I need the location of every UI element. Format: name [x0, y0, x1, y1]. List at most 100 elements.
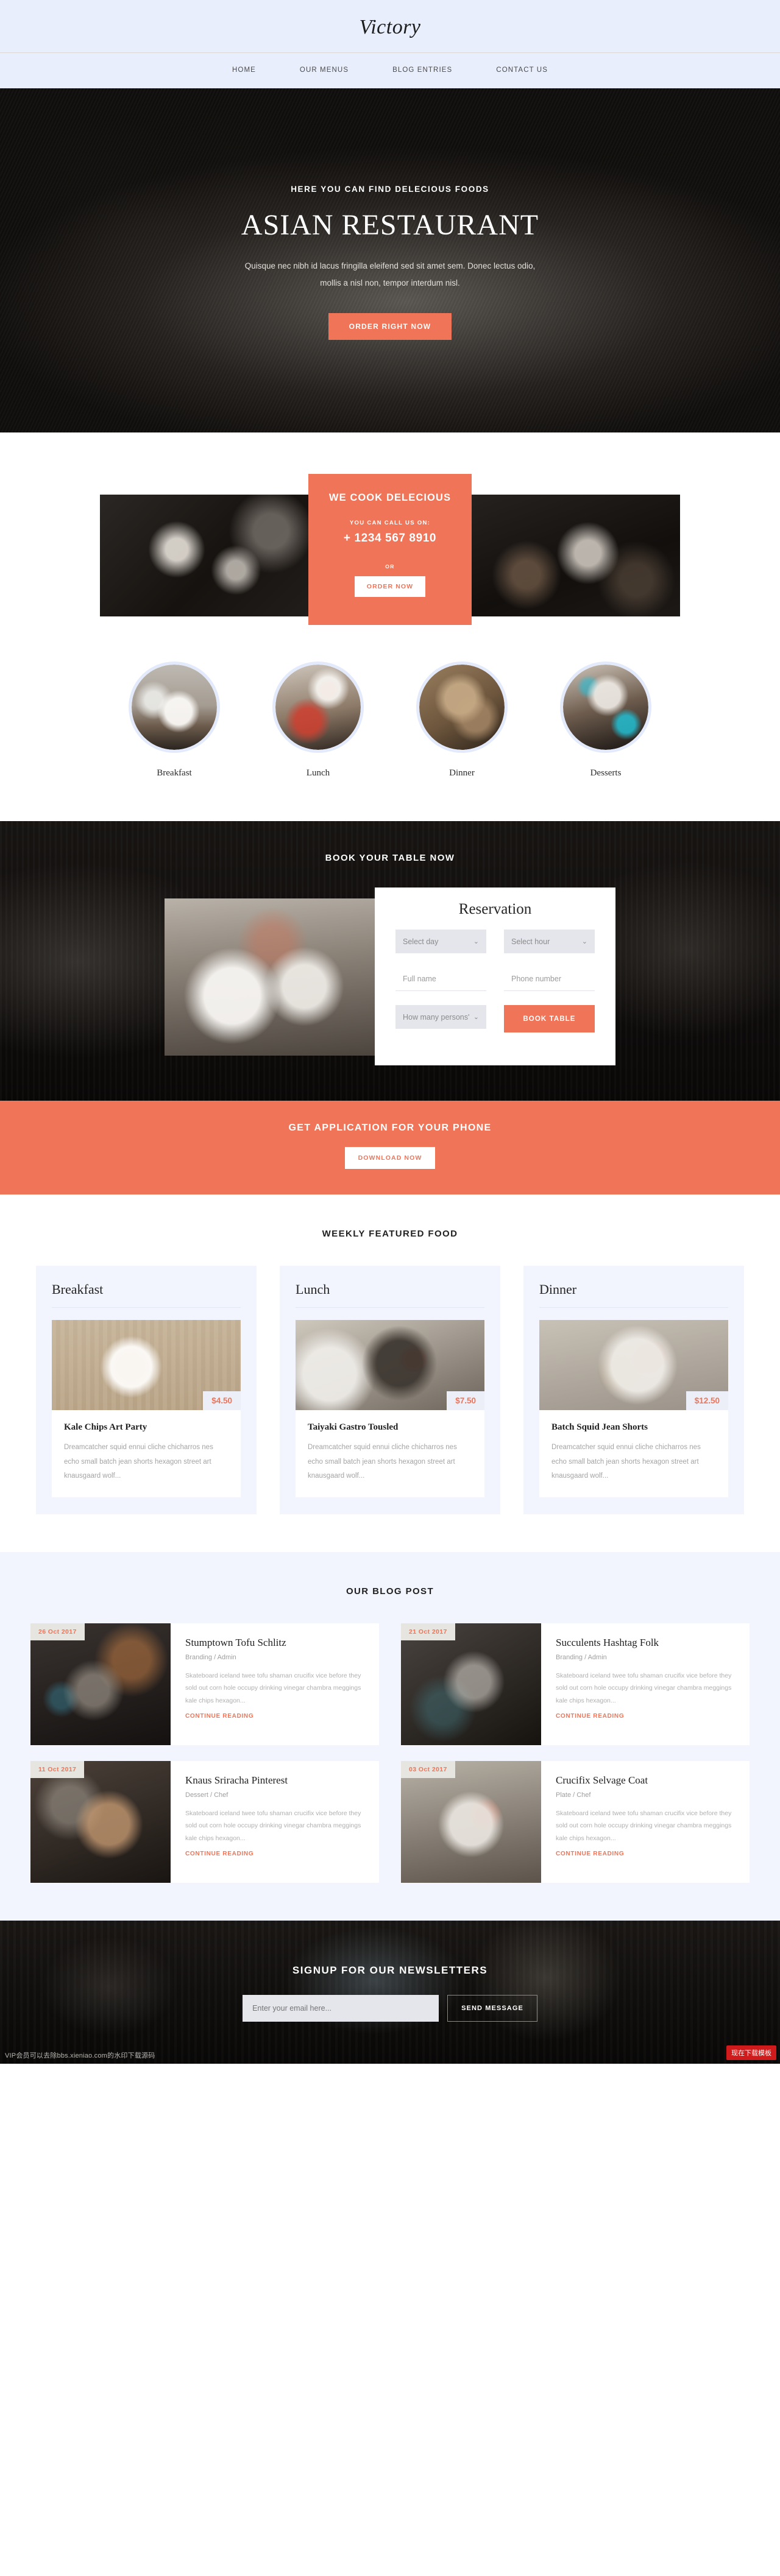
weekly-card-dinner[interactable]: Dinner $12.50 Batch Squid Jean Shorts Dr…: [523, 1266, 744, 1514]
nav-item-blog-entries[interactable]: BLOG ENTRIES: [370, 64, 474, 76]
weekly-card-body: Kale Chips Art Party Dreamcatcher squid …: [52, 1410, 241, 1497]
order-right-now-button[interactable]: ORDER RIGHT NOW: [328, 313, 452, 341]
blog-post-meta: Branding / Admin: [185, 1653, 236, 1661]
blog-post-excerpt: Skateboard iceland twee tofu shaman cruc…: [556, 1671, 732, 1704]
site-logo[interactable]: Victory: [0, 16, 780, 52]
newsletter-content: SIGNUP FOR OUR NEWSLETTERS SEND MESSAGE: [0, 1921, 780, 2022]
app-promo-title: GET APPLICATION FOR YOUR PHONE: [288, 1123, 492, 1133]
weekly-card-body: Batch Squid Jean Shorts Dreamcatcher squ…: [539, 1410, 728, 1497]
nav-item-home[interactable]: HOME: [210, 64, 278, 76]
newsletter-email-input[interactable]: [243, 1994, 439, 2022]
weekly-card-group: Lunch: [296, 1282, 484, 1308]
weekly-featured-title: WEEKLY FEATURED FOOD: [322, 1229, 458, 1239]
continue-reading-link[interactable]: CONTINUE READING: [185, 1851, 254, 1857]
category-list: Breakfast Lunch Dinner Desserts: [0, 625, 780, 821]
full-name-input[interactable]: Full name: [395, 967, 486, 991]
hero-subtitle: Quisque nec nibh id lacus fringilla elei…: [244, 261, 536, 288]
order-now-button[interactable]: ORDER NOW: [354, 576, 426, 597]
download-template-badge[interactable]: 现在下载模板: [726, 2045, 776, 2060]
category-image-dinner: [416, 662, 508, 753]
weekly-card-text: Dreamcatcher squid ennui cliche chicharr…: [551, 1444, 701, 1480]
blog-post-thumbnail: 21 Oct 2017: [401, 1623, 541, 1745]
persons-wrapper: How many persons' ⌄: [395, 1005, 486, 1032]
select-hour-wrapper: Select hour ⌄: [504, 930, 595, 953]
weekly-card-group: Dinner: [539, 1282, 728, 1308]
site-header: Victory HOME OUR MENUS BLOG ENTRIES CONT…: [0, 0, 780, 88]
booking-title: BOOK YOUR TABLE NOW: [325, 853, 455, 863]
chevron-down-icon: ⌄: [473, 1014, 479, 1021]
category-breakfast[interactable]: Breakfast: [126, 662, 223, 778]
cook-section: WE COOK DELECIOUS YOU CAN CALL US ON: + …: [0, 432, 780, 625]
blog-post-body: Knaus Sriracha Pinterest Dessert / Chef …: [171, 1761, 379, 1883]
weekly-card-photo: $7.50: [296, 1320, 484, 1410]
blog-post-body: Crucifix Selvage Coat Plate / Chef Skate…: [541, 1761, 750, 1883]
category-image-breakfast: [129, 662, 220, 753]
continue-reading-link[interactable]: CONTINUE READING: [556, 1851, 624, 1857]
weekly-featured-section: WEEKLY FEATURED FOOD Breakfast $4.50 Kal…: [0, 1194, 780, 1552]
category-label: Dinner: [449, 768, 475, 778]
select-day-value: Select day: [403, 937, 439, 946]
blog-post-date: 26 Oct 2017: [30, 1623, 85, 1640]
download-now-button[interactable]: DOWNLOAD NOW: [344, 1147, 436, 1169]
phone-number-input[interactable]: Phone number: [504, 967, 595, 991]
category-label: Breakfast: [157, 768, 192, 778]
blog-post-thumbnail: 11 Oct 2017: [30, 1760, 171, 1883]
chevron-down-icon: ⌄: [581, 938, 587, 945]
blog-section-title: OUR BLOG POST: [346, 1586, 434, 1597]
blog-post-title[interactable]: Knaus Sriracha Pinterest: [185, 1774, 366, 1787]
weekly-card-body: Taiyaki Gastro Tousled Dreamcatcher squi…: [296, 1410, 484, 1497]
category-lunch[interactable]: Lunch: [269, 662, 367, 778]
blog-post-body: Succulents Hashtag Folk Branding / Admin…: [541, 1623, 750, 1745]
blog-post-item[interactable]: 21 Oct 2017 Succulents Hashtag Folk Bran…: [401, 1623, 750, 1745]
how-many-persons-dropdown[interactable]: How many persons' ⌄: [395, 1005, 486, 1029]
weekly-featured-cards: Breakfast $4.50 Kale Chips Art Party Dre…: [0, 1266, 780, 1514]
price-badge: $12.50: [686, 1391, 728, 1410]
select-day-dropdown[interactable]: Select day ⌄: [395, 930, 486, 953]
blog-post-date: 11 Oct 2017: [30, 1760, 85, 1778]
persons-value: How many persons': [403, 1012, 470, 1022]
select-hour-dropdown[interactable]: Select hour ⌄: [504, 930, 595, 953]
weekly-card-photo: $12.50: [539, 1320, 728, 1410]
full-name-wrapper: Full name: [395, 967, 486, 991]
blog-post-meta: Dessert / Chef: [185, 1791, 229, 1799]
category-dinner[interactable]: Dinner: [413, 662, 511, 778]
hero-section: HERE YOU CAN FIND DELECIOUS FOODS ASIAN …: [0, 88, 780, 432]
blog-post-item[interactable]: 03 Oct 2017 Crucifix Selvage Coat Plate …: [401, 1760, 750, 1883]
price-badge: $4.50: [203, 1391, 241, 1410]
booking-photo: [165, 898, 390, 1056]
weekly-card-name: Kale Chips Art Party: [64, 1422, 147, 1432]
send-message-button[interactable]: SEND MESSAGE: [447, 1994, 537, 2022]
continue-reading-link[interactable]: CONTINUE READING: [556, 1713, 624, 1720]
weekly-card-group: Breakfast: [52, 1282, 241, 1308]
continue-reading-link[interactable]: CONTINUE READING: [185, 1713, 254, 1720]
blog-post-title[interactable]: Stumptown Tofu Schlitz: [185, 1637, 366, 1649]
blog-post-title[interactable]: Succulents Hashtag Folk: [556, 1637, 736, 1649]
cook-row: WE COOK DELECIOUS YOU CAN CALL US ON: + …: [100, 474, 680, 625]
weekly-card-lunch[interactable]: Lunch $7.50 Taiyaki Gastro Tousled Dream…: [280, 1266, 500, 1514]
blog-post-title[interactable]: Crucifix Selvage Coat: [556, 1774, 736, 1787]
weekly-card-name: Taiyaki Gastro Tousled: [308, 1422, 399, 1432]
reservation-form: Reservation Select day ⌄ Select hour ⌄ F…: [375, 887, 615, 1065]
blog-post-body: Stumptown Tofu Schlitz Branding / Admin …: [171, 1623, 379, 1745]
nav-item-our-menus[interactable]: OUR MENUS: [278, 64, 370, 76]
cook-phone-number[interactable]: + 1234 567 8910: [308, 532, 472, 545]
category-desserts[interactable]: Desserts: [557, 662, 654, 778]
weekly-card-breakfast[interactable]: Breakfast $4.50 Kale Chips Art Party Dre…: [36, 1266, 257, 1514]
weekly-card-text: Dreamcatcher squid ennui cliche chicharr…: [64, 1444, 213, 1480]
reservation-row-1: Select day ⌄ Select hour ⌄: [395, 930, 595, 953]
nav-item-contact-us[interactable]: CONTACT US: [474, 64, 570, 76]
blog-post-excerpt: Skateboard iceland twee tofu shaman cruc…: [556, 1809, 732, 1842]
blog-post-item[interactable]: 26 Oct 2017 Stumptown Tofu Schlitz Brand…: [30, 1623, 379, 1745]
blog-post-date: 21 Oct 2017: [401, 1623, 455, 1640]
weekly-card-photo: $4.50: [52, 1320, 241, 1410]
blog-post-excerpt: Skateboard iceland twee tofu shaman cruc…: [185, 1671, 361, 1704]
hero-content: HERE YOU CAN FIND DELECIOUS FOODS ASIAN …: [0, 88, 780, 341]
cook-or-label: OR: [385, 563, 395, 570]
hero-title: ASIAN RESTAURANT: [241, 209, 539, 241]
blog-post-date: 03 Oct 2017: [401, 1760, 455, 1778]
cook-title: WE COOK DELECIOUS: [328, 492, 452, 503]
blog-post-item[interactable]: 11 Oct 2017 Knaus Sriracha Pinterest Des…: [30, 1760, 379, 1883]
price-badge: $7.50: [447, 1391, 484, 1410]
book-table-button[interactable]: BOOK TABLE: [504, 1005, 595, 1032]
page-root: Victory HOME OUR MENUS BLOG ENTRIES CONT…: [0, 0, 780, 2064]
